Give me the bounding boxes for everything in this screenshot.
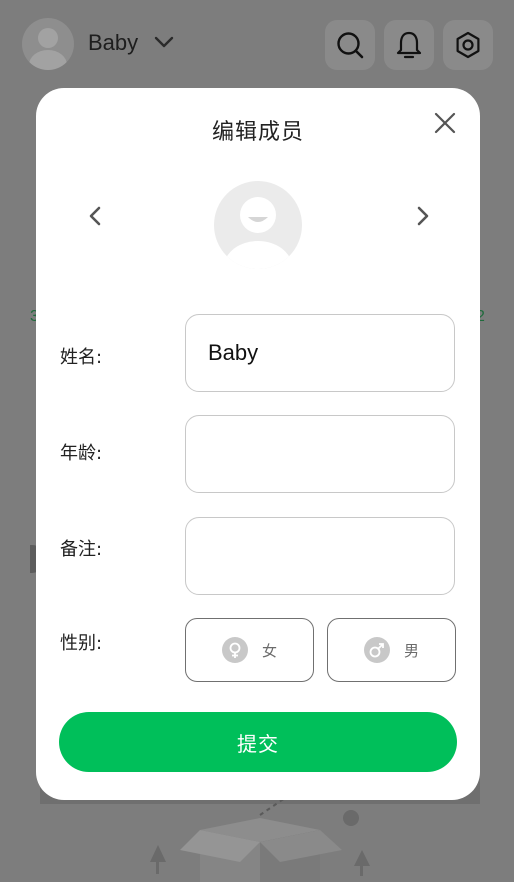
name-label: 姓名: (60, 347, 103, 368)
note-input[interactable] (185, 517, 455, 595)
age-label: 年龄: (60, 443, 103, 464)
chevron-left-icon[interactable] (82, 200, 110, 232)
gender-male-button[interactable]: 男 (327, 618, 456, 682)
age-input[interactable] (185, 415, 455, 493)
edit-member-dialog: 编辑成员 姓名: 年龄: 备注: 性别: 女 (36, 88, 480, 800)
bell-icon (396, 31, 422, 59)
gender-label: 性别: (60, 633, 103, 654)
chevron-right-icon[interactable] (408, 200, 436, 232)
gender-female-button[interactable]: 女 (185, 618, 314, 682)
name-input[interactable] (185, 314, 455, 392)
dialog-title: 编辑成员 (211, 120, 304, 145)
chevron-down-icon[interactable] (154, 34, 174, 50)
app-header: Baby (0, 0, 514, 90)
notification-button[interactable] (384, 20, 434, 70)
gender-male-label: 男 (403, 641, 419, 660)
settings-icon (456, 31, 480, 59)
search-button[interactable] (325, 20, 375, 70)
avatar-placeholder-icon (224, 197, 292, 269)
settings-button[interactable] (443, 20, 493, 70)
female-icon (221, 637, 248, 663)
male-icon (363, 637, 390, 663)
close-icon[interactable] (430, 108, 460, 138)
profile-avatar[interactable] (22, 18, 74, 70)
search-icon (337, 32, 364, 59)
note-label: 备注: (60, 539, 103, 560)
member-avatar[interactable] (214, 181, 302, 269)
profile-name[interactable]: Baby (88, 30, 138, 56)
gender-female-label: 女 (261, 641, 277, 660)
box-illustration (150, 797, 370, 882)
submit-button[interactable]: 提交 (59, 712, 457, 772)
